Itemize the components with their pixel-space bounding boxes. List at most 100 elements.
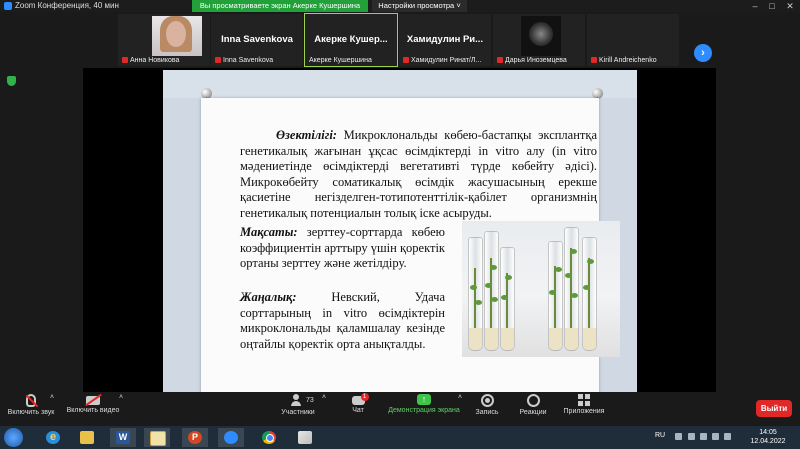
participant-display-name: Акерке Кушер... bbox=[314, 34, 388, 45]
unmute-button[interactable]: Включить звук bbox=[6, 394, 56, 416]
agar bbox=[549, 328, 562, 350]
apps-label: Приложения bbox=[563, 408, 605, 415]
goal-label: Мақсаты: bbox=[240, 225, 298, 239]
leave-meeting-button[interactable]: Выйти bbox=[756, 400, 792, 417]
taskbar-pictures[interactable] bbox=[144, 428, 170, 447]
audio-options-chevron-icon[interactable]: ˄ bbox=[50, 394, 54, 401]
test-tubes-photo bbox=[462, 221, 620, 357]
goal-paragraph: Мақсаты: зерттеу-сорттарда көбею коэффиц… bbox=[240, 225, 445, 272]
muted-mic-icon bbox=[403, 57, 409, 64]
leaf bbox=[583, 285, 590, 290]
video-options-chevron-icon[interactable]: ˄ bbox=[119, 394, 123, 401]
muted-mic-icon bbox=[215, 57, 221, 64]
participant-tile-active[interactable]: Акерке Кушер... Акерке Кушершина bbox=[304, 13, 398, 67]
window-title: Zoom Конференция, 40 мин bbox=[4, 0, 119, 12]
plantlet-stem bbox=[554, 266, 556, 328]
view-options-button[interactable]: Настройки просмотра ˅ bbox=[372, 0, 467, 12]
windows-taskbar: e W P RU 14:05 12.04.2022 bbox=[0, 426, 800, 449]
participant-name-text: Акерке Кушершина bbox=[309, 57, 372, 64]
sharing-banner: Вы просматриваете экран Акерке Кушершина bbox=[192, 0, 368, 12]
share-screen-button[interactable]: ↑ Демонстрация экрана bbox=[386, 394, 462, 414]
apps-button[interactable]: Приложения bbox=[561, 394, 607, 415]
close-button[interactable]: ✕ bbox=[783, 0, 797, 12]
muted-mic-icon bbox=[122, 57, 128, 64]
agar bbox=[485, 328, 498, 350]
window-title-text: Zoom Конференция, 40 мин bbox=[15, 1, 119, 10]
participant-name: Дарья Иноземцева bbox=[497, 57, 567, 64]
leaf bbox=[570, 249, 577, 254]
participant-tile[interactable]: Анна Новикова bbox=[118, 14, 210, 66]
participant-display-name: Хамидулин Ри... bbox=[406, 34, 484, 45]
participant-name-text: Дарья Иноземцева bbox=[505, 57, 567, 64]
participant-name: Хамидулин Ринат/Л... bbox=[403, 57, 481, 64]
presentation-slide: Өзектілігі: Микроклональды көбею-бастапқ… bbox=[163, 70, 637, 408]
minimize-button[interactable]: – bbox=[748, 0, 762, 12]
leaf bbox=[549, 290, 556, 295]
test-tube bbox=[484, 231, 499, 351]
taskbar-zoom[interactable] bbox=[218, 428, 244, 447]
participant-strip: Анна Новикова Inna Savenkova Inna Savenk… bbox=[0, 12, 800, 68]
participant-name-text: Kirill Andreichenko bbox=[599, 57, 657, 64]
record-label: Запись bbox=[475, 409, 499, 416]
share-options-chevron-icon[interactable]: ˄ bbox=[458, 394, 462, 401]
muted-microphone-icon bbox=[26, 394, 36, 407]
taskbar-internet-explorer[interactable]: e bbox=[40, 428, 66, 447]
record-icon bbox=[480, 394, 494, 407]
internet-explorer-icon: e bbox=[46, 431, 60, 444]
participant-face bbox=[166, 21, 186, 47]
windows-start-icon[interactable] bbox=[4, 428, 23, 447]
test-tube bbox=[468, 237, 483, 351]
participant-name: Анна Новикова bbox=[122, 57, 179, 64]
taskbar-powerpoint[interactable]: P bbox=[182, 428, 208, 447]
taskbar-file-explorer[interactable] bbox=[74, 428, 100, 447]
participant-name: Акерке Кушершина bbox=[309, 57, 372, 64]
participant-tile[interactable]: Kirill Andreichenko bbox=[587, 14, 679, 66]
apps-grid-icon bbox=[578, 394, 590, 406]
next-page-arrow-icon[interactable]: › bbox=[694, 44, 712, 62]
taskbar-word[interactable]: W bbox=[110, 428, 136, 447]
taskbar-chrome[interactable] bbox=[256, 428, 282, 447]
test-tube bbox=[582, 237, 597, 351]
test-tube bbox=[500, 247, 515, 351]
relevance-paragraph: Өзектілігі: Микроклональды көбею-бастапқ… bbox=[240, 128, 597, 221]
taskbar-clock[interactable]: 14:05 12.04.2022 bbox=[742, 428, 794, 446]
novelty-paragraph: Жаңалық: Невский, Удача сорттарының in v… bbox=[240, 290, 445, 352]
taskbar-paint[interactable] bbox=[292, 428, 318, 447]
start-video-button[interactable]: Включить видео bbox=[66, 394, 120, 414]
plantlet-stem bbox=[506, 273, 508, 328]
participant-video bbox=[152, 16, 202, 56]
leaf bbox=[571, 293, 578, 298]
chat-unread-badge: 1 bbox=[360, 393, 369, 401]
zoom-app-icon bbox=[4, 1, 12, 10]
participants-label: Участники bbox=[281, 409, 315, 416]
encryption-shield-icon[interactable] bbox=[7, 76, 16, 86]
participants-options-chevron-icon[interactable]: ˄ bbox=[322, 394, 326, 401]
record-button[interactable]: Запись bbox=[472, 394, 502, 416]
chrome-icon bbox=[262, 431, 276, 444]
participant-tile[interactable]: Хамидулин Ри... Хамидулин Ринат/Л... bbox=[399, 14, 491, 66]
reactions-button[interactable]: Реакции bbox=[518, 394, 548, 416]
chat-button[interactable]: 1 Чат bbox=[347, 393, 369, 414]
leaf bbox=[491, 297, 498, 302]
participant-tile[interactable]: Дарья Иноземцева bbox=[493, 14, 585, 66]
novelty-label: Жаңалық: bbox=[240, 290, 297, 304]
participant-tile[interactable]: Inna Savenkova Inna Savenkova bbox=[211, 14, 303, 66]
powerpoint-icon: P bbox=[188, 431, 202, 444]
leaf bbox=[470, 285, 477, 290]
agar bbox=[469, 328, 482, 350]
plantlet-stem bbox=[588, 258, 590, 328]
language-indicator[interactable]: RU bbox=[655, 432, 665, 439]
tray-flag-icon[interactable] bbox=[700, 433, 707, 440]
leaf bbox=[490, 265, 497, 270]
tray-chevron-icon[interactable] bbox=[675, 433, 682, 440]
tray-app-icon[interactable] bbox=[688, 433, 695, 440]
leaf bbox=[565, 273, 572, 278]
agar bbox=[565, 328, 578, 350]
maximize-button[interactable]: □ bbox=[765, 0, 779, 12]
agar bbox=[501, 328, 514, 350]
muted-mic-icon bbox=[497, 57, 503, 64]
chat-label: Чат bbox=[352, 407, 364, 414]
tray-volume-icon[interactable] bbox=[724, 433, 731, 440]
paint-icon bbox=[298, 431, 312, 444]
tray-network-icon[interactable] bbox=[712, 433, 719, 440]
